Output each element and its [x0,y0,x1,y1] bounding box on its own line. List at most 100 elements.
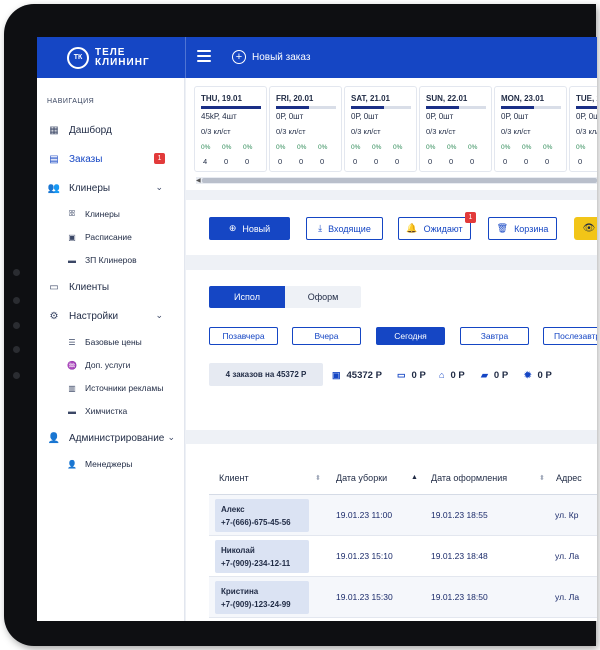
plus-icon: ⊕ [228,223,237,233]
sidebar-subitem-base-prices[interactable]: ☰ Базовые цены [67,334,179,350]
column-header-address[interactable]: Адрес [556,473,582,483]
new-button-label: Новый [242,223,271,234]
brand-logo[interactable]: ТК ТЕЛЕ КЛИНИНГ [37,37,185,78]
incoming-button[interactable]: ⤓ Входящие [306,217,383,240]
tab-executor[interactable]: Испол [209,286,285,308]
day-sum: 0Р, 0шт [576,112,597,121]
bank-icon: ⌂ [439,370,445,380]
sidebar-item-clients[interactable]: ▭ Клиенты [47,278,177,296]
sidebar-subitem-extra-services[interactable]: ♒ Доп. услуги [67,357,179,373]
column-header-created-date[interactable]: Дата оформления [431,473,507,483]
car-stat-value: 0 Р [493,369,509,381]
side-button [13,346,20,353]
day-progress [276,106,336,109]
sidebar-subitem-ad-sources[interactable]: ▥ Источники рекламы [67,380,179,396]
order-actions: ⊕ Новый ⤓ Входящие 🔔 Ожидают 1 🗑 Корзина 👁 [186,200,597,255]
tab-created[interactable]: Оформ [285,286,361,308]
sidebar-item-settings[interactable]: ⚙ Настройки ⌄ [47,307,177,325]
client-chip[interactable]: Алекс +7-(666)-675-45-56 [215,499,309,532]
day-cleaners: 0/3 кл/ст [201,127,231,136]
scrollbar-thumb[interactable] [202,178,597,183]
day-card[interactable]: SAT, 21.01 0Р, 0шт 0/3 кл/ст 0% 0 0% 0 0% 0 [344,86,417,172]
menu-icon[interactable] [197,50,211,64]
gear-icon: ✹ [524,369,532,380]
table-row[interactable]: Кристина +7-(909)-123-24-99 19.01.23 15:30… [209,577,597,618]
scroll-left-icon[interactable]: ◀ [196,177,201,184]
sidebar-subitem-managers[interactable]: 👤 Менеджеры [67,456,179,472]
period-today-button[interactable]: Сегодня [376,327,445,345]
day-percent: 0% [522,144,532,151]
day-percent: 0% [297,144,307,151]
trash-button-label: Корзина [514,223,549,234]
new-order-button[interactable]: + Новый заказ [232,48,310,66]
bank-stat: ⌂ 0 Р [439,369,465,381]
eye-icon[interactable]: 👁 [574,217,597,240]
sidebar-item-dashboard[interactable]: ▦ Дашборд [47,121,177,139]
sort-icon[interactable]: ⬍ [539,474,545,482]
column-header-cleaning-date[interactable]: Дата уборки [336,473,387,483]
period-day-before-yesterday-button[interactable]: Позавчера [209,327,278,345]
new-button[interactable]: ⊕ Новый [209,217,290,240]
sidebar-item-orders[interactable]: ▤ Заказы 1 [47,150,177,168]
day-progress [426,106,486,109]
price-list-icon: ☰ [68,337,76,347]
plus-circle-icon: + [232,50,246,64]
bell-icon: 🔔 [406,223,418,233]
period-day-after-tomorrow-button[interactable]: Послезавтра [543,327,597,345]
sort-up-icon[interactable]: ▲ [411,474,418,481]
day-count: 0 [245,157,250,166]
day-count: 0 [524,157,529,166]
sidebar-subitem-cleaners[interactable]: ꕥ Клинеры [67,206,179,222]
chevron-down-icon: ⌄ [167,432,175,442]
day-count: 0 [449,157,454,166]
sidebar-item-label: Дашборд [69,124,112,136]
table-row[interactable]: Андрей+7-(911)-234-12-1119.01.23 22:0519… [209,618,597,621]
day-card[interactable]: MON, 23.01 0Р, 0шт 0/3 кл/ст 0% 0 0% 0 0% 0 [494,86,567,172]
days-overview: THU, 19.01 45kР, 4шт 0/3 кл/ст 0% 4 0% 0 0% 0 FRI… [186,78,597,190]
client-name: Николай [221,546,255,555]
day-name: SUN, 22.01 [426,94,468,103]
period-tomorrow-button[interactable]: Завтра [460,327,529,345]
day-count: 0 [545,157,550,166]
day-card[interactable]: THU, 19.01 45kР, 4шт 0/3 кл/ст 0% 4 0% 0 0% 0 [194,86,267,172]
table-row[interactable]: Николай +7-(909)-234-12-11 19.01.23 15:10 1… [209,536,597,577]
total-stat-value: 45372 Р [346,369,382,381]
day-name: SAT, 21.01 [351,94,390,103]
orders-table: Клиент ⬍ Дата уборки ▲ Дата оформления ⬍… [186,444,597,621]
client-name: Алекс [221,505,245,514]
day-percent: 0% [276,144,286,151]
period-label: Завтра [480,331,509,341]
other-stat-value: 0 Р [537,369,552,381]
day-percent: 0% [222,144,232,151]
sidebar-subitem-label: Химчистка [85,406,128,416]
divider [185,37,186,78]
trash-button[interactable]: 🗑 Корзина [488,217,557,240]
tablet-frame: ТК ТЕЛЕ КЛИНИНГ + Новый заказ НАВИГАЦИЯ [4,4,597,646]
period-yesterday-button[interactable]: Вчера [292,327,361,345]
sidebar-subitem-dry-cleaning[interactable]: ▬ Химчистка [67,403,179,419]
address: ул. Ла [555,592,580,602]
sidebar-subitem-label: Доп. услуги [85,360,131,370]
sidebar-item-cleaners[interactable]: 👥 Клинеры ⌄ [47,179,177,197]
client-chip[interactable]: Кристина +7-(909)-123-24-99 [215,581,309,614]
side-button [13,297,20,304]
sidebar-subitem-schedule[interactable]: ▣ Расписание [67,229,179,245]
waiting-button[interactable]: 🔔 Ожидают 1 [398,212,476,240]
table-row[interactable]: Алекс +7-(666)-675-45-56 19.01.23 11:00 19.… [209,495,597,536]
column-header-client[interactable]: Клиент [219,473,249,483]
sidebar-subitem-salary[interactable]: ▬ ЗП Клинеров [67,252,179,268]
day-name: MON, 23.01 [501,94,545,103]
sort-icon[interactable]: ⬍ [315,474,321,482]
day-progress [576,106,597,109]
sidebar-item-admin[interactable]: 👤 Администрирование ⌄ [47,429,177,447]
day-name: FRI, 20.01 [276,94,314,103]
sidebar: НАВИГАЦИЯ ▦ Дашборд ▤ Заказы 1 👥 Клинеры… [37,78,185,621]
day-sum: 0Р, 0шт [426,112,454,121]
day-card[interactable]: SUN, 22.01 0Р, 0шт 0/3 кл/ст 0% 0 0% 0 0% 0 [419,86,492,172]
client-chip[interactable]: Николай +7-(909)-234-12-11 [215,540,309,573]
period-label: Сегодня [394,331,427,341]
day-card[interactable]: TUE, 24.010Р, 0шт0/3 кл/ст0%00%00%0 [569,86,597,172]
users-icon: ꕥ [68,209,76,218]
day-card[interactable]: FRI, 20.01 0Р, 0шт 0/3 кл/ст 0% 0 0% 0 0% 0 [269,86,342,172]
horizontal-scrollbar[interactable]: ◀ [196,177,597,184]
